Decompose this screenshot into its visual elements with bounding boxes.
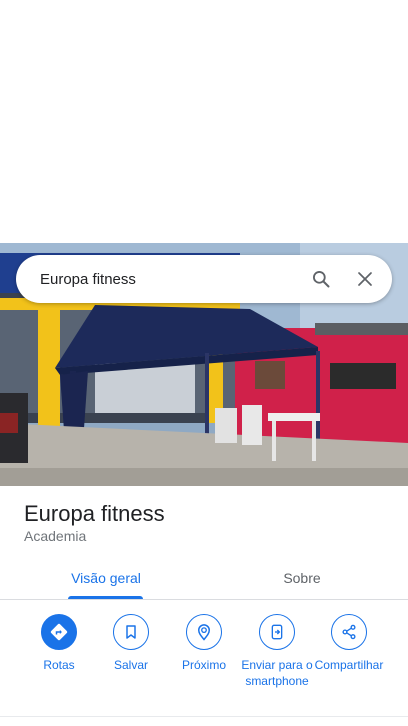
bookmark-icon (113, 614, 149, 650)
tab-bar: Visão geral Sobre (0, 556, 408, 600)
save-button[interactable]: Salvar (91, 614, 171, 673)
directions-label: Rotas (43, 658, 75, 672)
nearby-label: Próximo (181, 658, 226, 672)
share-button[interactable]: Compartilhar (309, 614, 389, 673)
action-buttons: Rotas Salvar Próximo Enviar para o smart… (0, 614, 408, 714)
search-input[interactable]: Europa fitness (40, 271, 299, 288)
send-to-phone-label: Enviar para o smartphone (241, 658, 313, 688)
close-icon[interactable] (343, 257, 387, 301)
nearby-button[interactable]: Próximo (164, 614, 244, 673)
share-icon (331, 614, 367, 650)
place-category[interactable]: Academia (24, 528, 86, 544)
active-tab-indicator (68, 596, 143, 599)
directions-button[interactable]: Rotas (19, 614, 99, 673)
place-title: Europa fitness (24, 501, 165, 526)
search-bar[interactable]: Europa fitness (16, 255, 392, 303)
nearby-icon (186, 614, 222, 650)
directions-icon (41, 614, 77, 650)
send-to-phone-icon (259, 614, 295, 650)
tab-about[interactable]: Sobre (252, 556, 352, 600)
save-label: Salvar (113, 658, 148, 672)
send-to-phone-button[interactable]: Enviar para o smartphone (237, 614, 317, 689)
share-label: Compartilhar (314, 658, 384, 672)
tab-overview[interactable]: Visão geral (56, 556, 156, 600)
divider (0, 716, 408, 717)
search-icon[interactable] (299, 257, 343, 301)
